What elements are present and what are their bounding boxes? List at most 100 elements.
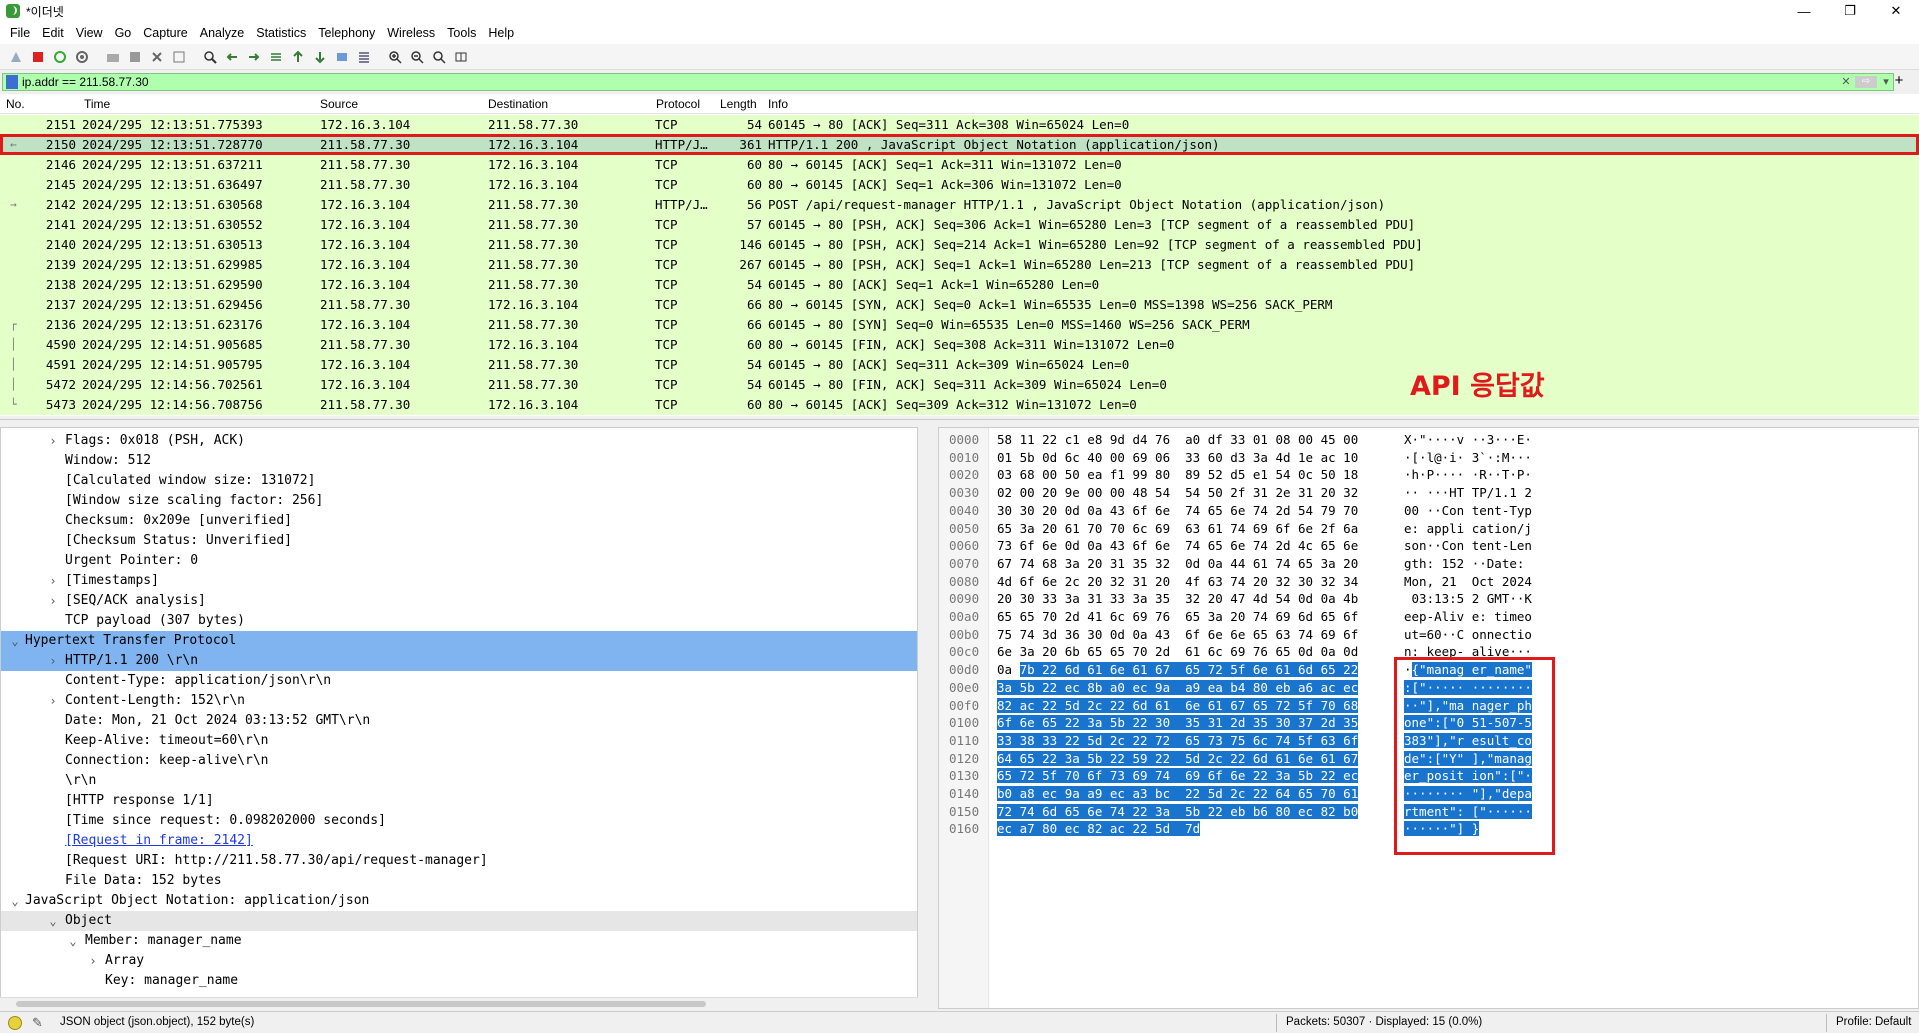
detail-tree-item[interactable]: › Array xyxy=(1,951,917,971)
detail-tree-item[interactable]: [Request in frame: 2142] xyxy=(1,831,917,851)
first-packet-icon[interactable] xyxy=(288,47,307,66)
detail-tree-item[interactable]: [Checksum Status: Unverified] xyxy=(1,531,917,551)
expand-arrow-icon[interactable]: › xyxy=(47,591,59,611)
detail-tree-item[interactable]: [Request URI: http://211.58.77.30/api/re… xyxy=(1,851,917,871)
packet-row[interactable]: 2139 2024/295 12:13:51.629985 172.16.3.104… xyxy=(0,255,1919,275)
pane-splitter[interactable] xyxy=(0,419,1919,427)
collapse-arrow-icon[interactable]: ⌄ xyxy=(47,911,59,931)
detail-tree-item[interactable]: Date: Mon, 21 Oct 2024 03:13:52 GMT\r\n xyxy=(1,711,917,731)
packet-row[interactable]: └ 5473 2024/295 12:14:56.708756 211.58.77.3… xyxy=(0,395,1919,415)
detail-tree-item[interactable]: Urgent Pointer: 0 xyxy=(1,551,917,571)
maximize-button[interactable]: ❐ xyxy=(1827,0,1873,22)
menu-go[interactable]: Go xyxy=(109,26,138,40)
packet-row[interactable]: → 2142 2024/295 12:13:51.630568 172.16.3.10… xyxy=(0,195,1919,215)
normal-size-icon[interactable] xyxy=(429,47,448,66)
last-packet-icon[interactable] xyxy=(310,47,329,66)
menu-tools[interactable]: Tools xyxy=(441,26,482,40)
menu-file[interactable]: File xyxy=(4,26,36,40)
detail-tree-item[interactable]: Window: 512 xyxy=(1,451,917,471)
detail-tree-item[interactable]: TCP payload (307 bytes) xyxy=(1,611,917,631)
details-horizontal-scrollbar[interactable] xyxy=(0,997,918,1009)
request-frame-link[interactable]: [Request in frame: 2142] xyxy=(65,831,253,851)
menu-help[interactable]: Help xyxy=(482,26,520,40)
detail-tree-item[interactable]: ⌄ JavaScript Object Notation: application… xyxy=(1,891,917,911)
colorize-icon[interactable] xyxy=(354,47,373,66)
zoom-in-icon[interactable] xyxy=(385,47,404,66)
save-file-icon[interactable] xyxy=(125,47,144,66)
resize-columns-icon[interactable] xyxy=(451,47,470,66)
detail-tree-item[interactable]: › Flags: 0x018 (PSH, ACK) xyxy=(1,431,917,451)
packet-row[interactable]: 2145 2024/295 12:13:51.636497 211.58.77.30… xyxy=(0,175,1919,195)
column-header-length[interactable]: Length xyxy=(720,97,757,111)
column-header-time[interactable]: Time xyxy=(84,97,110,111)
expand-arrow-icon[interactable]: › xyxy=(47,431,59,451)
packet-row[interactable]: 2140 2024/295 12:13:51.630513 172.16.3.104… xyxy=(0,235,1919,255)
detail-tree-item[interactable]: ⌄ Object xyxy=(1,911,917,931)
filter-bookmark-icon[interactable] xyxy=(6,75,18,89)
detail-tree-item[interactable]: Checksum: 0x209e [unverified] xyxy=(1,511,917,531)
packet-row[interactable]: 2146 2024/295 12:13:51.637211 211.58.77.30… xyxy=(0,155,1919,175)
packet-row[interactable]: 2138 2024/295 12:13:51.629590 172.16.3.104… xyxy=(0,275,1919,295)
minimize-button[interactable]: — xyxy=(1781,0,1827,22)
packet-row[interactable]: 2151 2024/295 12:13:51.775393 172.16.3.104… xyxy=(0,115,1919,135)
open-file-icon[interactable] xyxy=(103,47,122,66)
find-packet-icon[interactable] xyxy=(200,47,219,66)
add-filter-button[interactable]: + xyxy=(1890,72,1908,90)
edit-comment-icon[interactable]: ✎ xyxy=(32,1015,43,1031)
restart-capture-icon[interactable] xyxy=(50,47,69,66)
menu-edit[interactable]: Edit xyxy=(36,26,70,40)
detail-tree-item[interactable]: ⌄ Hypertext Transfer Protocol xyxy=(1,631,917,651)
collapse-arrow-icon[interactable]: ⌄ xyxy=(67,931,79,951)
column-header-destination[interactable]: Destination xyxy=(488,97,548,111)
detail-tree-item[interactable]: [Window size scaling factor: 256] xyxy=(1,491,917,511)
menu-analyze[interactable]: Analyze xyxy=(194,26,250,40)
go-to-packet-icon[interactable] xyxy=(266,47,285,66)
column-header-info[interactable]: Info xyxy=(768,97,788,111)
stop-capture-icon[interactable] xyxy=(28,47,47,66)
autoscroll-icon[interactable] xyxy=(332,47,351,66)
close-button[interactable]: ✕ xyxy=(1873,0,1919,22)
menu-statistics[interactable]: Statistics xyxy=(250,26,312,40)
zoom-out-icon[interactable] xyxy=(407,47,426,66)
collapse-arrow-icon[interactable]: ⌄ xyxy=(9,891,21,911)
expand-arrow-icon[interactable]: › xyxy=(47,651,59,671)
packet-row[interactable]: │ 4591 2024/295 12:14:51.905795 172.16.3.10… xyxy=(0,355,1919,375)
detail-tree-item[interactable]: [Calculated window size: 131072] xyxy=(1,471,917,491)
go-back-icon[interactable] xyxy=(222,47,241,66)
detail-tree-item[interactable]: File Data: 152 bytes xyxy=(1,871,917,891)
detail-tree-item[interactable]: › Content-Length: 152\r\n xyxy=(1,691,917,711)
menu-capture[interactable]: Capture xyxy=(137,26,193,40)
detail-tree-item[interactable]: › [SEQ/ACK analysis] xyxy=(1,591,917,611)
detail-tree-item[interactable]: › HTTP/1.1 200 \r\n xyxy=(1,651,917,671)
display-filter-input[interactable] xyxy=(22,74,1839,90)
packet-row[interactable]: 2137 2024/295 12:13:51.629456 211.58.77.30… xyxy=(0,295,1919,315)
status-profile[interactable]: Profile: Default xyxy=(1836,1016,1911,1028)
expand-arrow-icon[interactable]: › xyxy=(47,571,59,591)
detail-tree-item[interactable]: Connection: keep-alive\r\n xyxy=(1,751,917,771)
column-header-protocol[interactable]: Protocol xyxy=(656,97,700,111)
column-header-no[interactable]: No. xyxy=(6,97,25,111)
expand-arrow-icon[interactable]: › xyxy=(47,691,59,711)
detail-tree-item[interactable]: Keep-Alive: timeout=60\r\n xyxy=(1,731,917,751)
detail-tree-item[interactable]: › [Timestamps] xyxy=(1,571,917,591)
clear-filter-icon[interactable]: ✕ xyxy=(1839,75,1853,89)
detail-tree-item[interactable]: ⌄ Member: manager_name xyxy=(1,931,917,951)
expand-arrow-icon[interactable]: › xyxy=(87,951,99,971)
detail-tree-item[interactable]: Content-Type: application/json\r\n xyxy=(1,671,917,691)
expert-info-icon[interactable] xyxy=(8,1016,22,1030)
detail-tree-item[interactable]: [Time since request: 0.098202000 seconds… xyxy=(1,811,917,831)
packet-row[interactable]: │ 5472 2024/295 12:14:56.702561 172.16.3.10… xyxy=(0,375,1919,395)
packet-row[interactable]: ┌ 2136 2024/295 12:13:51.623176 172.16.3.10… xyxy=(0,315,1919,335)
detail-tree-item[interactable]: Key: manager_name xyxy=(1,971,917,991)
menu-telephony[interactable]: Telephony xyxy=(312,26,381,40)
go-forward-icon[interactable] xyxy=(244,47,263,66)
packet-row[interactable]: │ 4590 2024/295 12:14:51.905685 211.58.77.3… xyxy=(0,335,1919,355)
collapse-arrow-icon[interactable]: ⌄ xyxy=(9,631,21,651)
menu-wireless[interactable]: Wireless xyxy=(381,26,441,40)
capture-options-icon[interactable] xyxy=(72,47,91,66)
menu-view[interactable]: View xyxy=(70,26,109,40)
start-capture-icon[interactable] xyxy=(6,47,25,66)
reload-file-icon[interactable] xyxy=(169,47,188,66)
detail-tree-item[interactable]: \r\n xyxy=(1,771,917,791)
column-header-source[interactable]: Source xyxy=(320,97,358,111)
